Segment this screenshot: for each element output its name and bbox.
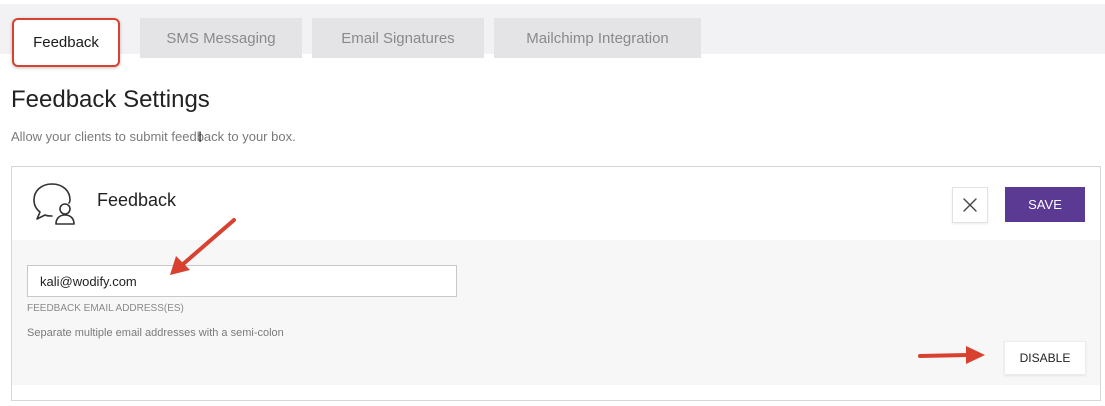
tab-feedback[interactable]: Feedback	[12, 18, 120, 67]
close-icon	[963, 198, 977, 212]
tab-bar: Feedback SMS Messaging Email Signatures …	[0, 0, 1105, 67]
tab-email-signatures[interactable]: Email Signatures	[312, 18, 484, 58]
text-cursor-icon: I	[198, 130, 203, 146]
close-button[interactable]	[952, 187, 988, 223]
card-title: Feedback	[97, 190, 177, 210]
card-body: FEEDBACK EMAIL ADDRESS(ES) Separate mult…	[12, 240, 1100, 385]
tab-mailchimp-integration[interactable]: Mailchimp Integration	[494, 18, 701, 58]
card-header: Feedback SAVE	[12, 167, 1100, 240]
page-title: Feedback Settings	[11, 86, 210, 113]
feedback-card: Feedback SAVE FEEDBACK EMAIL ADDRESS(ES)…	[11, 166, 1101, 401]
email-field-help: Separate multiple email addresses with a…	[27, 327, 284, 339]
save-button[interactable]: SAVE	[1005, 187, 1085, 222]
tab-sms-messaging[interactable]: SMS Messaging	[140, 18, 302, 58]
chat-bubble-person-icon	[33, 183, 75, 225]
email-field-label: FEEDBACK EMAIL ADDRESS(ES)	[27, 303, 184, 314]
page-subtitle: Allow your clients to submit feedback to…	[11, 129, 296, 144]
disable-button[interactable]: DISABLE	[1004, 341, 1086, 375]
feedback-email-input[interactable]	[27, 265, 457, 297]
